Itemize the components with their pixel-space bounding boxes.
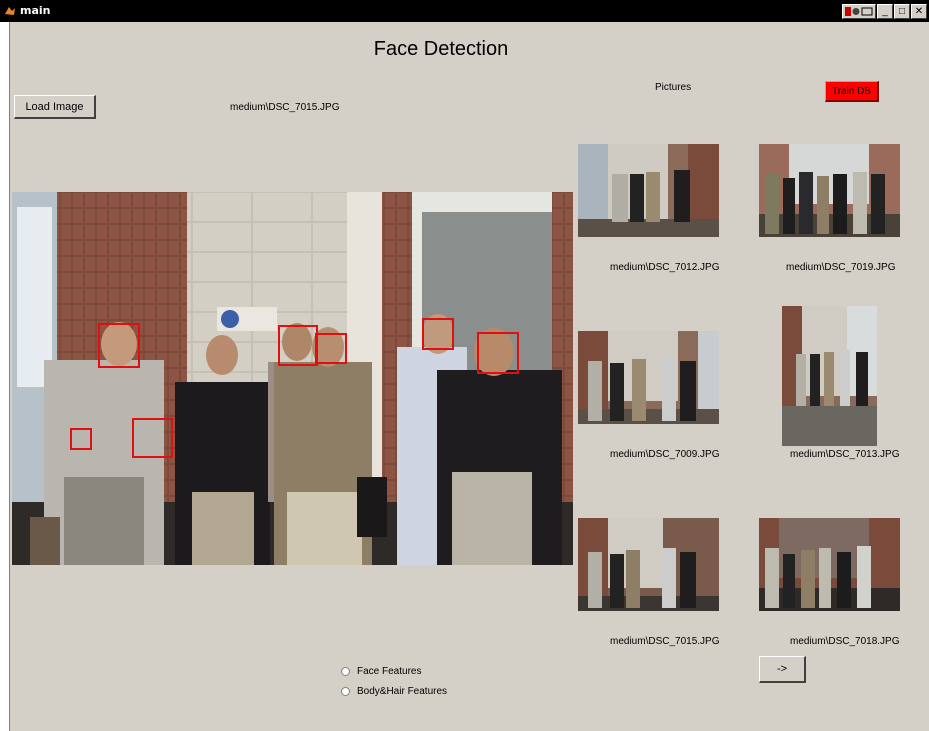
thumbnail-image[interactable] [578,331,719,424]
face-detection-box [477,332,519,374]
window-controls: _ □ ✕ [842,4,927,19]
thumbnail-image[interactable] [782,306,877,446]
thumbnail-caption: medium\DSC_7018.JPG [790,636,900,647]
page-title: Face Detection [373,38,509,60]
group-photo-image [12,192,573,565]
minimize-icon[interactable]: _ [877,4,893,19]
radio-icon [341,667,350,676]
title-bar: main _ □ ✕ [0,0,929,22]
load-image-button[interactable]: Load Image [14,95,96,119]
radio-icon [341,687,350,696]
face-detection-box [278,325,318,366]
face-detection-box [70,428,92,450]
thumbnail-image[interactable] [578,518,719,611]
face-features-radio[interactable]: Face Features [341,666,421,677]
maximize-icon[interactable]: □ [894,4,910,19]
current-image-path: medium\DSC_7015.JPG [230,102,340,113]
thumbnail-image[interactable] [759,144,900,237]
thumbnail-caption: medium\DSC_7013.JPG [790,449,900,460]
main-panel: Face Detection Load Image medium\DSC_701… [9,22,929,731]
matlab-icon [5,7,15,15]
face-detection-box [315,333,347,364]
thumbnail-image[interactable] [759,518,900,611]
face-features-label: Face Features [357,666,422,677]
next-page-button[interactable]: -> [759,656,806,683]
thumbnail-caption: medium\DSC_7009.JPG [610,449,720,460]
pictures-label: Pictures [655,82,692,93]
window-title: main [20,4,51,17]
thumbnail-caption: medium\DSC_7015.JPG [610,636,720,647]
body-hair-features-radio[interactable]: Body&Hair Features [341,686,447,697]
face-detection-box [422,318,454,350]
face-detection-box [98,323,140,368]
toolbar-dock-icon[interactable] [842,4,876,19]
thumbnail-image[interactable] [578,144,719,237]
thumbnail-caption: medium\DSC_7012.JPG [610,262,720,273]
body-hair-features-label: Body&Hair Features [357,686,448,697]
main-photo [12,192,573,565]
train-db-button[interactable]: Train DB [825,81,879,102]
thumbnail-caption: medium\DSC_7019.JPG [786,262,896,273]
face-detection-box [132,418,173,458]
close-icon[interactable]: ✕ [911,4,927,19]
